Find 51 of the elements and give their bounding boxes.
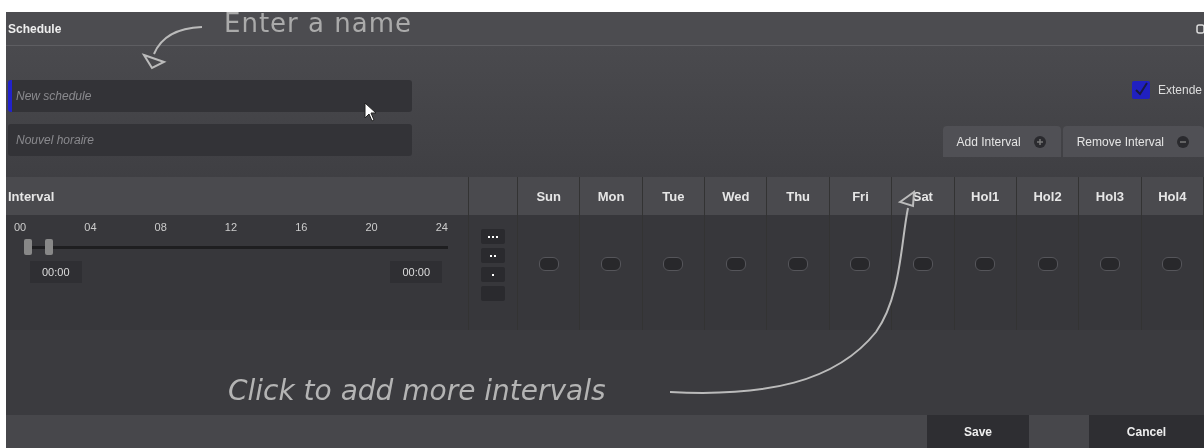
day-heading: Wed	[722, 188, 750, 204]
day-heading: Hol1	[971, 188, 1000, 204]
add-interval-button[interactable]: Add Interval	[942, 126, 1061, 157]
day-heading: Hol4	[1158, 188, 1187, 204]
annotation-text: Click to add more intervals	[228, 374, 606, 407]
interval-heading: Interval	[8, 188, 55, 204]
extended-label: Extende	[1157, 83, 1202, 97]
day-heading: Thu	[786, 188, 811, 204]
day-toggle[interactable]	[601, 257, 622, 271]
hour-tick: 04	[84, 221, 97, 233]
cancel-button[interactable]: Cancel	[1089, 415, 1204, 448]
name-field[interactable]: New schedule	[8, 80, 412, 112]
annotation-arrow	[141, 26, 203, 70]
day-heading: Hol3	[1095, 188, 1124, 204]
day-toggle[interactable]	[538, 257, 559, 271]
day-toggle[interactable]	[850, 257, 871, 271]
day-toggle[interactable]	[1162, 257, 1183, 271]
day-toggle[interactable]	[912, 257, 933, 271]
day-toggle[interactable]	[725, 257, 746, 271]
restore-icon[interactable]	[1196, 23, 1204, 34]
pattern-button[interactable]	[481, 248, 505, 263]
hour-tick: 16	[295, 221, 308, 233]
day-toggle[interactable]	[1099, 257, 1120, 271]
window-title: Schedule	[8, 21, 62, 36]
day-toggle[interactable]	[788, 257, 809, 271]
hour-tick: 08	[154, 221, 167, 233]
end-time-field[interactable]: 00:00	[390, 261, 442, 283]
hour-tick: 20	[365, 221, 378, 233]
day-heading: Tue	[662, 188, 685, 204]
day-heading: Hol2	[1033, 188, 1062, 204]
day-toggle[interactable]	[663, 257, 684, 271]
annotation-text: Enter a name	[224, 12, 412, 38]
hour-tick: 12	[224, 221, 238, 233]
time-slider[interactable]	[24, 239, 448, 255]
day-heading: Sun	[536, 188, 561, 204]
minus-icon	[1176, 134, 1190, 149]
day-heading: Fri	[852, 188, 869, 204]
day-toggle[interactable]	[1037, 257, 1058, 271]
day-toggle[interactable]	[975, 257, 996, 271]
day-heading: Sat	[912, 188, 933, 204]
pattern-button[interactable]	[481, 229, 505, 244]
save-button[interactable]: Save	[927, 415, 1029, 448]
cursor-icon	[364, 102, 378, 122]
plus-icon	[1032, 134, 1047, 149]
hour-tick: 00	[14, 221, 27, 233]
day-heading: Mon	[597, 188, 625, 204]
start-time-field[interactable]: 00:00	[30, 261, 82, 283]
hour-tick: 24	[435, 221, 448, 233]
extended-checkbox[interactable]	[1131, 81, 1150, 99]
remove-interval-button[interactable]: Remove Interval	[1062, 126, 1204, 157]
name-field[interactable]: Nouvel horaire	[8, 124, 412, 156]
